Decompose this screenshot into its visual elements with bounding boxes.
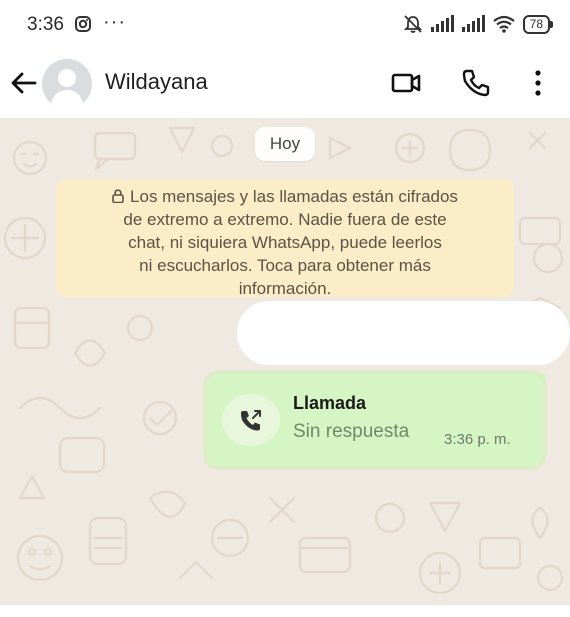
encryption-notice-line: Los mensajes y las llamadas están cifrad… [130, 187, 458, 206]
instagram-icon [75, 16, 91, 32]
back-arrow-icon[interactable] [8, 67, 40, 99]
call-status: Sin respuesta [293, 421, 410, 442]
status-bar: 3:36 ··· 78 [0, 0, 570, 52]
battery-icon: 78 [522, 14, 554, 34]
notifications-muted-icon [403, 15, 422, 33]
chat-area[interactable]: Hoy Los mensajes y las llamadas están ci… [0, 118, 570, 605]
encryption-notice-line: chat, ni siquiera WhatsApp, puede leerlo… [128, 233, 442, 252]
redacted-message-bubble[interactable] [237, 301, 570, 365]
message-time: 3:36 p. m. [444, 431, 511, 448]
lock-icon [112, 189, 124, 203]
wifi-icon [492, 15, 515, 33]
call-message-bubble[interactable]: Llamada Sin respuesta 3:36 p. m. [207, 374, 543, 466]
default-avatar-icon [50, 69, 84, 109]
status-more-dots: ··· [103, 11, 126, 33]
signal-icon [461, 15, 485, 32]
bottom-area [0, 605, 570, 617]
encryption-notice[interactable]: Los mensajes y las llamadas están cifrad… [56, 179, 514, 298]
status-time: 3:36 [27, 14, 64, 35]
chat-header: Wildayana [0, 52, 570, 118]
contact-name[interactable]: Wildayana [105, 69, 208, 95]
video-call-icon[interactable] [390, 67, 422, 99]
signal-icon [430, 15, 454, 32]
encryption-notice-line: de extremo a extremo. Nadie fuera de est… [123, 210, 447, 229]
date-chip: Hoy [255, 127, 315, 161]
phone-icon[interactable] [460, 67, 492, 99]
call-icon-badge [222, 394, 280, 446]
more-options-icon[interactable] [522, 67, 554, 99]
avatar[interactable] [42, 59, 92, 109]
encryption-notice-line: ni escucharlos. Toca para obtener más [139, 256, 431, 275]
missed-outgoing-call-icon [241, 410, 261, 431]
call-title: Llamada [293, 393, 367, 413]
encryption-notice-line: información. [238, 279, 332, 298]
